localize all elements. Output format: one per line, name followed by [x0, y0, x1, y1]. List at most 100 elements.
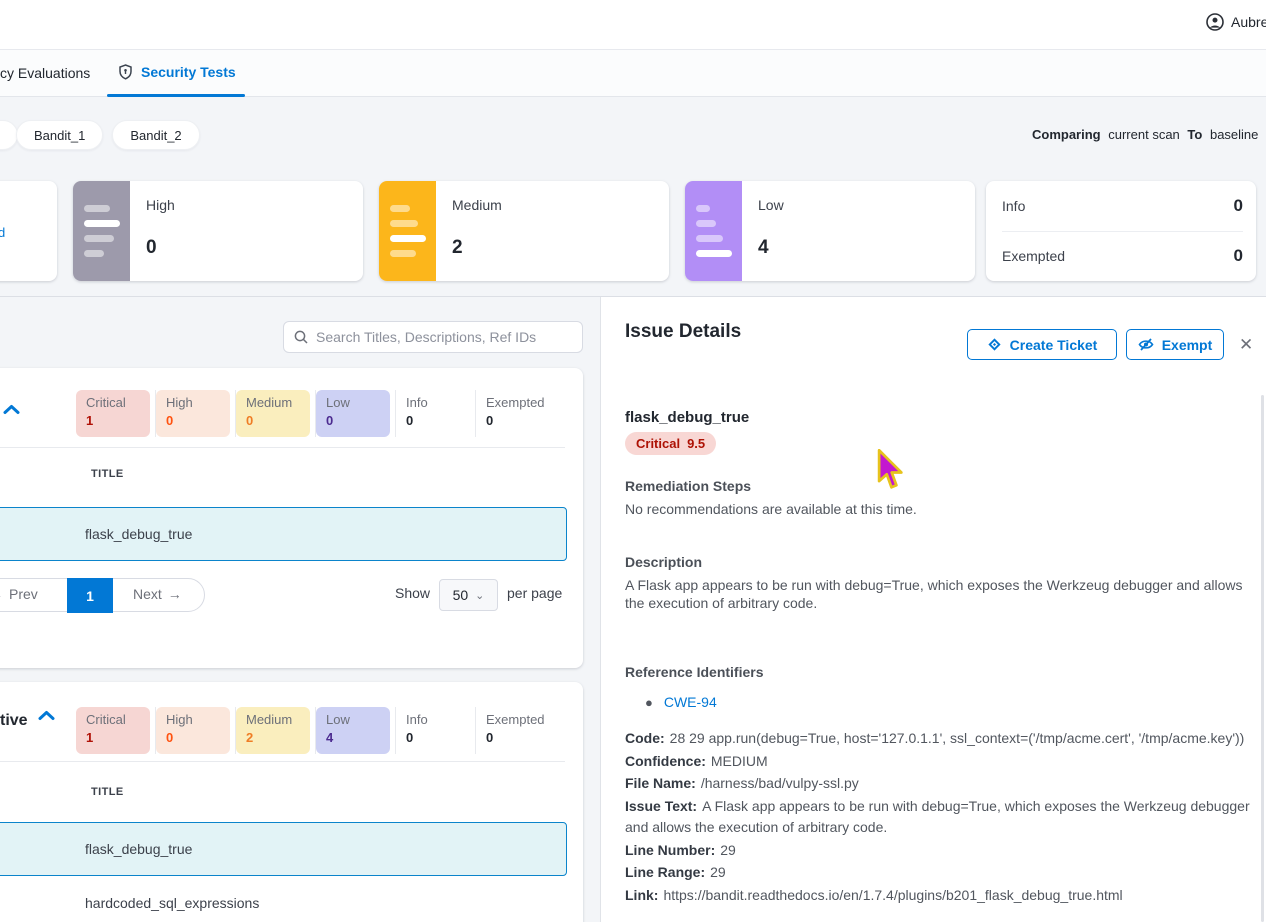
- issue-field: Link: https://bandit.readthedocs.io/en/1.…: [625, 885, 1252, 907]
- chip-label: Medium: [246, 712, 300, 727]
- severity-filter-chip[interactable]: Exempted 0: [476, 390, 555, 437]
- chevron-down-icon: ⌄: [475, 589, 484, 602]
- chip-count: 0: [166, 413, 220, 428]
- scan-pill[interactable]: Bandit_2: [112, 120, 199, 150]
- severity-card: Medium 2: [379, 181, 669, 281]
- chevron-up-icon[interactable]: [38, 710, 55, 721]
- severity-summary-row: High 0 Medium 2 Low 4: [73, 181, 975, 281]
- cwe-link[interactable]: CWE-94: [664, 694, 717, 710]
- field-label: Line Range:: [625, 864, 705, 880]
- references-heading: Reference Identifiers: [625, 664, 764, 680]
- issue-row-title: flask_debug_true: [85, 841, 192, 857]
- next-label: Next: [133, 586, 162, 602]
- page-size-value: 50: [453, 587, 469, 603]
- pagination: ← Prev 1 Next →: [0, 578, 205, 612]
- chip-label: Critical: [86, 712, 140, 727]
- tab-bar: cy Evaluations Security Tests: [0, 50, 1266, 97]
- section-1-severity-chips: Critical 1 High 0 Medium 0: [76, 390, 555, 437]
- field-label: Link:: [625, 887, 658, 903]
- active-tab-underline: [107, 94, 245, 97]
- chip-count: 0: [486, 413, 540, 428]
- field-value: https://bandit.readthedocs.io/en/1.7.4/p…: [663, 887, 1122, 903]
- field-value: 29: [720, 842, 736, 858]
- scan-pill[interactable]: Bandit_1: [16, 120, 103, 150]
- chip-count: 0: [326, 413, 380, 428]
- page-size-select[interactable]: 50 ⌄: [439, 579, 498, 611]
- section-2-severity-chips: Critical 1 High 0 Medium 2: [76, 707, 555, 754]
- create-ticket-label: Create Ticket: [1010, 337, 1098, 353]
- issue-details-panel: Issue Details Create Ticket Exempt ✕ fla…: [600, 297, 1266, 922]
- severity-gauge-icon: [685, 181, 742, 281]
- field-value: 28 29 app.run(debug=True, host='127.0.1.…: [670, 730, 1245, 746]
- severity-filter-chip[interactable]: Low 4: [316, 707, 396, 754]
- exempt-label: Exempt: [1162, 337, 1213, 353]
- severity-filter-chip[interactable]: Info 0: [396, 390, 476, 437]
- chip-count: 0: [406, 413, 460, 428]
- severity-card-label: Low: [758, 197, 784, 213]
- issue-row[interactable]: flask_debug_true: [0, 507, 567, 561]
- info-label: Info: [1002, 198, 1025, 214]
- severity-filter-chip[interactable]: Medium 0: [236, 390, 316, 437]
- chip-label: Exempted: [486, 395, 540, 410]
- exempt-button[interactable]: Exempt: [1126, 329, 1224, 360]
- chip-count: 0: [166, 730, 220, 745]
- description-body: A Flask app appears to be run with debug…: [625, 576, 1247, 612]
- remediation-heading: Remediation Steps: [625, 478, 751, 494]
- user-menu[interactable]: Aubre: [1206, 13, 1266, 31]
- security-tests-page: Aubre cy Evaluations Security Tests Band…: [0, 0, 1266, 922]
- vertical-scrollbar[interactable]: [1261, 395, 1264, 922]
- chevron-up-icon[interactable]: [3, 404, 20, 415]
- close-icon[interactable]: ✕: [1239, 335, 1253, 355]
- issue-field: Confidence:MEDIUM: [625, 751, 1252, 773]
- section-2-rows: flask_debug_true hardcoded_sql_expression…: [0, 822, 567, 922]
- page-1-button[interactable]: 1: [67, 578, 113, 613]
- arrow-left-icon: ←: [0, 586, 3, 602]
- severity-filter-chip[interactable]: Medium 2: [236, 707, 316, 754]
- prev-page-button[interactable]: ← Prev: [0, 586, 38, 602]
- issue-row[interactable]: flask_debug_true: [0, 822, 567, 876]
- severity-card-label: Medium: [452, 197, 502, 213]
- issue-row[interactable]: hardcoded_sql_expressions: [0, 876, 567, 922]
- prev-label: Prev: [9, 586, 38, 602]
- issue-section-card-2: tive Critical 1 High 0: [0, 682, 583, 922]
- bullet-icon: ●: [645, 695, 653, 710]
- severity-filter-chip[interactable]: Critical 1: [76, 707, 156, 754]
- field-label: Issue Text:: [625, 798, 697, 814]
- compare-status: Comparing current scan To baseline: [1032, 127, 1266, 142]
- search-icon: [294, 330, 308, 344]
- create-ticket-button[interactable]: Create Ticket: [967, 329, 1117, 360]
- severity-filter-chip[interactable]: Critical 1: [76, 390, 156, 437]
- summary-card-partial: d: [0, 181, 57, 281]
- chip-count: 0: [246, 413, 300, 428]
- tab-security-tests[interactable]: Security Tests: [118, 64, 236, 80]
- issue-row-title: hardcoded_sql_expressions: [85, 895, 259, 911]
- per-page-label: per page: [507, 585, 562, 601]
- severity-filter-chip[interactable]: Exempted 0: [476, 707, 555, 754]
- severity-card-label: High: [146, 197, 175, 213]
- tab-policy-evaluations[interactable]: cy Evaluations: [0, 65, 90, 81]
- issue-section-card-1: Critical 1 High 0 Medium 0: [0, 368, 583, 668]
- show-label: Show: [395, 585, 430, 601]
- next-page-button[interactable]: Next →: [133, 586, 182, 602]
- severity-card: Low 4: [685, 181, 975, 281]
- comparing-baseline: baseline: [1210, 127, 1258, 142]
- chip-count: 4: [326, 730, 380, 745]
- issue-title: flask_debug_true: [625, 409, 749, 426]
- tab-security-tests-label: Security Tests: [141, 64, 236, 80]
- severity-filter-chip[interactable]: Info 0: [396, 707, 476, 754]
- user-name: Aubre: [1231, 14, 1266, 30]
- severity-card-value: 0: [146, 237, 157, 259]
- chip-count: 0: [406, 730, 460, 745]
- issue-field: Code:28 29 app.run(debug=True, host='127…: [625, 728, 1252, 750]
- field-label: File Name:: [625, 775, 696, 791]
- severity-filter-chip[interactable]: Low 0: [316, 390, 396, 437]
- comparing-to-label: To: [1187, 127, 1202, 142]
- chip-label: Medium: [246, 395, 300, 410]
- user-avatar-icon: [1206, 13, 1224, 31]
- scan-pills: Bandit_1 Bandit_2: [16, 120, 209, 150]
- search-input[interactable]: [316, 329, 572, 345]
- severity-filter-chip[interactable]: High 0: [156, 707, 236, 754]
- top-bar: Aubre: [0, 0, 1266, 50]
- severity-filter-chip[interactable]: High 0: [156, 390, 236, 437]
- chip-count: 2: [246, 730, 300, 745]
